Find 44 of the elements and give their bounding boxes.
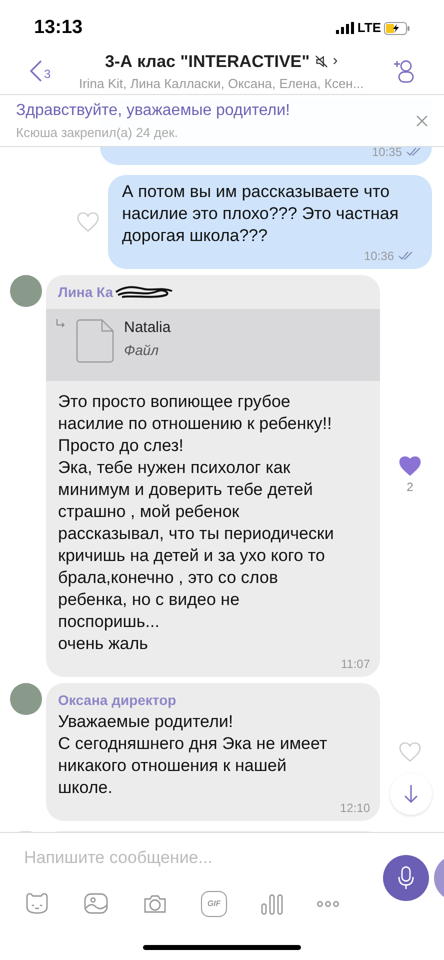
network-label: LTE xyxy=(357,19,381,38)
back-chevron-icon xyxy=(30,60,42,82)
forwarded-file[interactable]: Natalia Файл xyxy=(46,309,380,381)
message-time: 12:10 xyxy=(340,800,370,817)
message-text: Уважаемые родители! С сегодняшнего дня Эка не имеет никакого отношения к нашей школе. xyxy=(58,711,328,799)
signal-icon xyxy=(336,22,354,34)
add-person-icon[interactable] xyxy=(392,58,414,84)
message-input[interactable]: Напишите сообщение... xyxy=(24,845,364,870)
forward-arrow-icon xyxy=(56,319,66,329)
pinned-info: Ксюша закрепил(а) 24 дек. xyxy=(16,124,180,142)
file-icon xyxy=(76,319,114,363)
heart-icon[interactable] xyxy=(399,742,421,762)
chat-title[interactable]: 3-А клас "INTERACTIVE" xyxy=(104,48,310,74)
status-time: 13:13 xyxy=(34,16,83,40)
more-icon[interactable] xyxy=(317,900,339,908)
file-type: Файл xyxy=(124,340,160,360)
message-text: А потом вы им рассказываете что насилие это плохо??? Это частная дорогая школа??? xyxy=(122,181,400,247)
close-icon[interactable] xyxy=(416,114,428,126)
sender-name[interactable]: Лина Ка xyxy=(58,282,114,302)
voice-bars-icon[interactable] xyxy=(260,892,284,916)
chevron-icon[interactable]: › xyxy=(332,50,338,72)
sender-name[interactable]: Оксана директор xyxy=(58,690,176,710)
arrow-down-icon xyxy=(403,784,419,804)
message-text: Это просто вопиющее грубое насилие по отношению к ребенку!! Просто до слез! Эка, тебе нужен психолог как минимум и доверить тебе детей страшно , мой ребенок рассказывал, что ты периодически кричишь на детей и за ухо кого то брала,конечно , это со слов ребенка, но с видео не поспоришь... очень жаль xyxy=(58,391,335,655)
like-count: 2 xyxy=(406,479,414,496)
muted-speaker-icon xyxy=(314,54,328,68)
message-time: 11:07 xyxy=(340,656,370,673)
microphone-button[interactable] xyxy=(383,855,429,901)
double-check-icon xyxy=(406,147,422,157)
members-list: Irina Kit, Лина Калласки, Оксана, Елена, Ксен... xyxy=(78,74,364,94)
message-time: 10:36 xyxy=(364,248,394,265)
avatar[interactable] xyxy=(10,275,42,307)
battery-icon xyxy=(384,22,410,34)
file-name: Natalia xyxy=(124,318,171,338)
gif-button[interactable]: GIF xyxy=(201,891,227,917)
pinned-message: Здравствуйте, уважаемые родители! xyxy=(16,100,291,121)
back-button[interactable]: 3 xyxy=(30,60,51,82)
scroll-down-button[interactable] xyxy=(390,773,432,815)
message-time: 10:35 xyxy=(372,144,402,161)
microphone-icon xyxy=(398,866,414,890)
avatar[interactable] xyxy=(10,683,42,715)
double-check-icon xyxy=(398,251,414,261)
heart-icon[interactable] xyxy=(77,212,99,232)
filled-heart-icon[interactable] xyxy=(399,456,421,476)
